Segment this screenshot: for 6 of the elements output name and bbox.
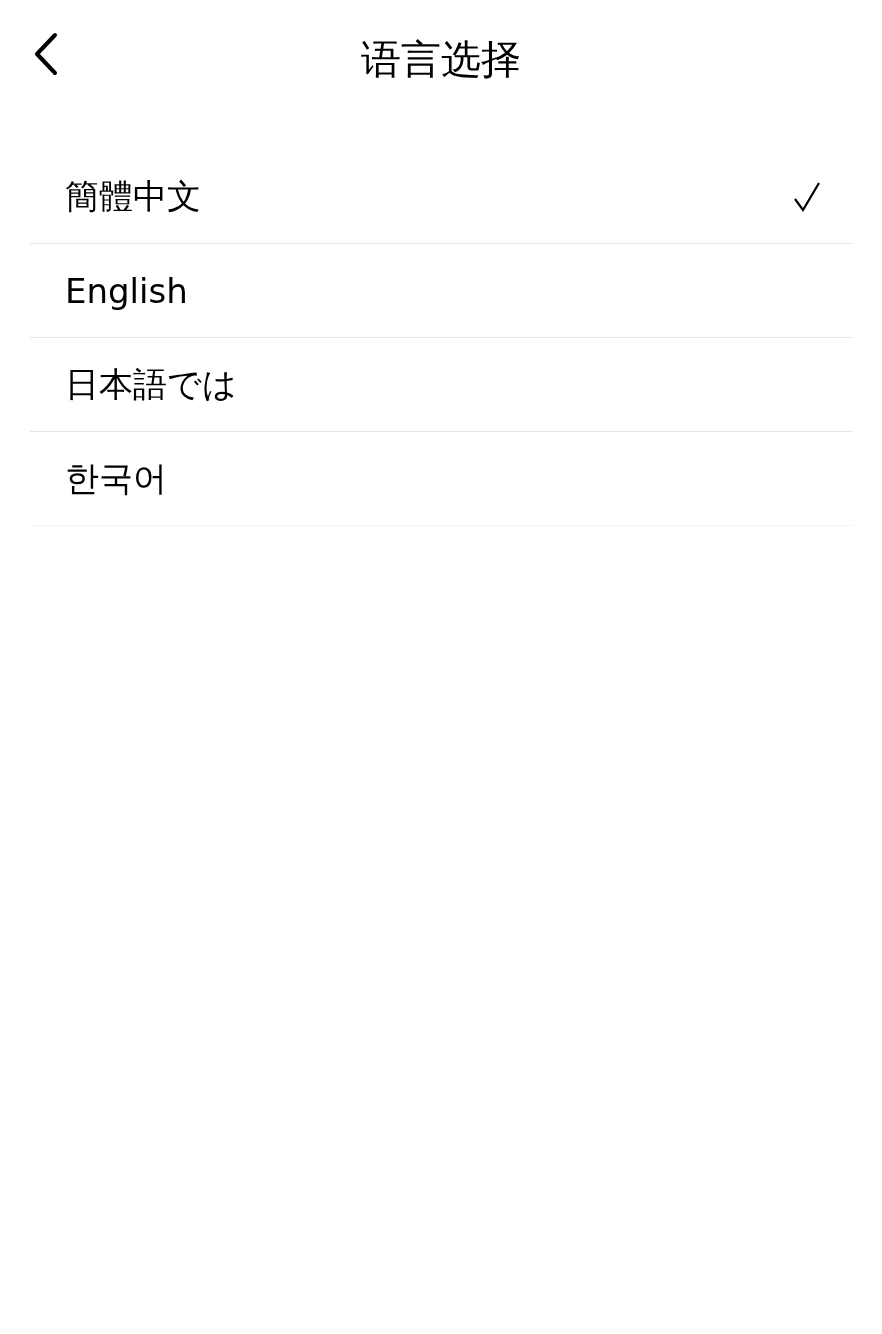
language-option[interactable]: English: [30, 244, 853, 338]
language-option[interactable]: 日本語では: [30, 338, 853, 432]
back-icon: [33, 32, 59, 76]
page-title: 语言选择: [360, 34, 522, 84]
language-option[interactable]: 한국어: [30, 432, 853, 526]
language-option[interactable]: 簡體中文: [30, 150, 853, 244]
